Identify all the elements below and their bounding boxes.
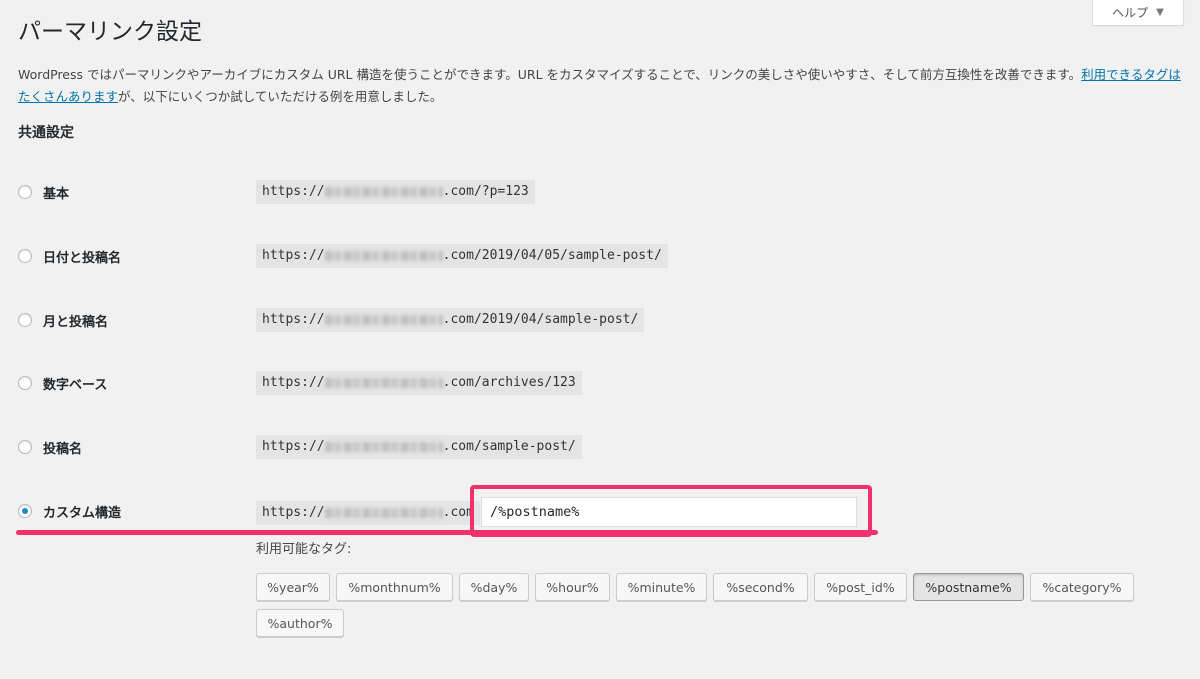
description-text-after: が、以下にいくつか試していただける例を用意しました。 <box>118 89 443 104</box>
url-example: https:// .com/?p=123 <box>256 180 535 204</box>
available-tags-label: 利用可能なタグ: <box>256 542 352 557</box>
option-row-day-name[interactable]: 日付と投稿名 <box>18 244 121 268</box>
option-label: 日付と投稿名 <box>43 250 122 266</box>
tag-button-category[interactable]: %category% <box>1030 573 1134 601</box>
radio-post-name[interactable] <box>18 440 32 454</box>
url-example: https:// .com <box>256 501 480 525</box>
url-path: /sample-post/ <box>473 439 576 454</box>
option-row-custom[interactable]: カスタム構造 <box>18 499 121 523</box>
url-example: https:// .com/2019/04/sample-post/ <box>256 308 645 332</box>
help-button-label: ヘルプ <box>1112 5 1149 20</box>
blurred-domain <box>324 507 443 518</box>
radio-month-name[interactable] <box>18 313 32 327</box>
url-path: /2019/04/sample-post/ <box>473 312 639 327</box>
url-domain-suffix: .com <box>442 375 474 390</box>
url-path: /archives/123 <box>473 375 576 390</box>
custom-structure-input[interactable] <box>481 497 857 527</box>
url-path: /2019/04/05/sample-post/ <box>473 248 662 263</box>
option-label: 投稿名 <box>43 441 83 457</box>
url-prefix: https:// <box>262 439 325 454</box>
option-label: カスタム構造 <box>43 505 122 521</box>
blurred-domain <box>324 186 443 197</box>
url-example: https:// .com/2019/04/05/sample-post/ <box>256 244 668 268</box>
url-domain-suffix: .com <box>442 184 474 199</box>
option-row-post-name[interactable]: 投稿名 <box>18 435 82 459</box>
blurred-domain <box>324 441 443 452</box>
tag-button-second[interactable]: %second% <box>713 573 808 601</box>
tag-button-post-id[interactable]: %post_id% <box>814 573 907 601</box>
tag-button-monthnum[interactable]: %monthnum% <box>336 573 453 601</box>
url-prefix: https:// <box>262 312 325 327</box>
tag-button-day[interactable]: %day% <box>459 573 529 601</box>
url-domain-suffix: .com <box>442 505 474 520</box>
url-path: /?p=123 <box>473 184 529 199</box>
radio-day-name[interactable] <box>18 249 32 263</box>
url-example: https:// .com/archives/123 <box>256 371 582 395</box>
page-description: WordPress ではパーマリンクやアーカイブにカスタム URL 構造を使うこ… <box>18 64 1188 108</box>
blurred-domain <box>324 314 443 325</box>
tag-button-minute[interactable]: %minute% <box>616 573 707 601</box>
blurred-domain <box>324 250 443 261</box>
option-label: 基本 <box>43 186 70 202</box>
url-prefix: https:// <box>262 184 325 199</box>
url-example: https:// .com/sample-post/ <box>256 435 582 459</box>
url-prefix: https:// <box>262 248 325 263</box>
option-row-numeric[interactable]: 数字ベース <box>18 371 107 395</box>
section-heading: 共通設定 <box>18 125 74 141</box>
blurred-domain <box>324 377 443 388</box>
tag-button-year[interactable]: %year% <box>256 573 330 601</box>
option-label: 数字ベース <box>43 377 108 393</box>
url-prefix: https:// <box>262 505 325 520</box>
radio-selected-dot <box>22 508 28 514</box>
url-domain-suffix: .com <box>442 248 474 263</box>
page-title: パーマリンク設定 <box>18 19 202 45</box>
tag-button-postname[interactable]: %postname% <box>913 573 1024 601</box>
url-domain-suffix: .com <box>442 312 474 327</box>
description-text: WordPress ではパーマリンクやアーカイブにカスタム URL 構造を使うこ… <box>18 67 1082 82</box>
option-label: 月と投稿名 <box>43 314 109 330</box>
option-row-plain[interactable]: 基本 <box>18 180 69 204</box>
tag-button-author[interactable]: %author% <box>256 609 344 637</box>
option-row-month-name[interactable]: 月と投稿名 <box>18 308 108 332</box>
caret-down-icon: ▼ <box>1156 6 1164 18</box>
url-domain-suffix: .com <box>442 439 474 454</box>
radio-plain[interactable] <box>18 185 32 199</box>
radio-custom[interactable] <box>18 504 32 518</box>
radio-numeric[interactable] <box>18 376 32 390</box>
url-prefix: https:// <box>262 375 325 390</box>
highlight-underline <box>16 530 878 535</box>
tag-button-hour[interactable]: %hour% <box>535 573 610 601</box>
help-button[interactable]: ヘルプ ▼ <box>1092 0 1184 26</box>
